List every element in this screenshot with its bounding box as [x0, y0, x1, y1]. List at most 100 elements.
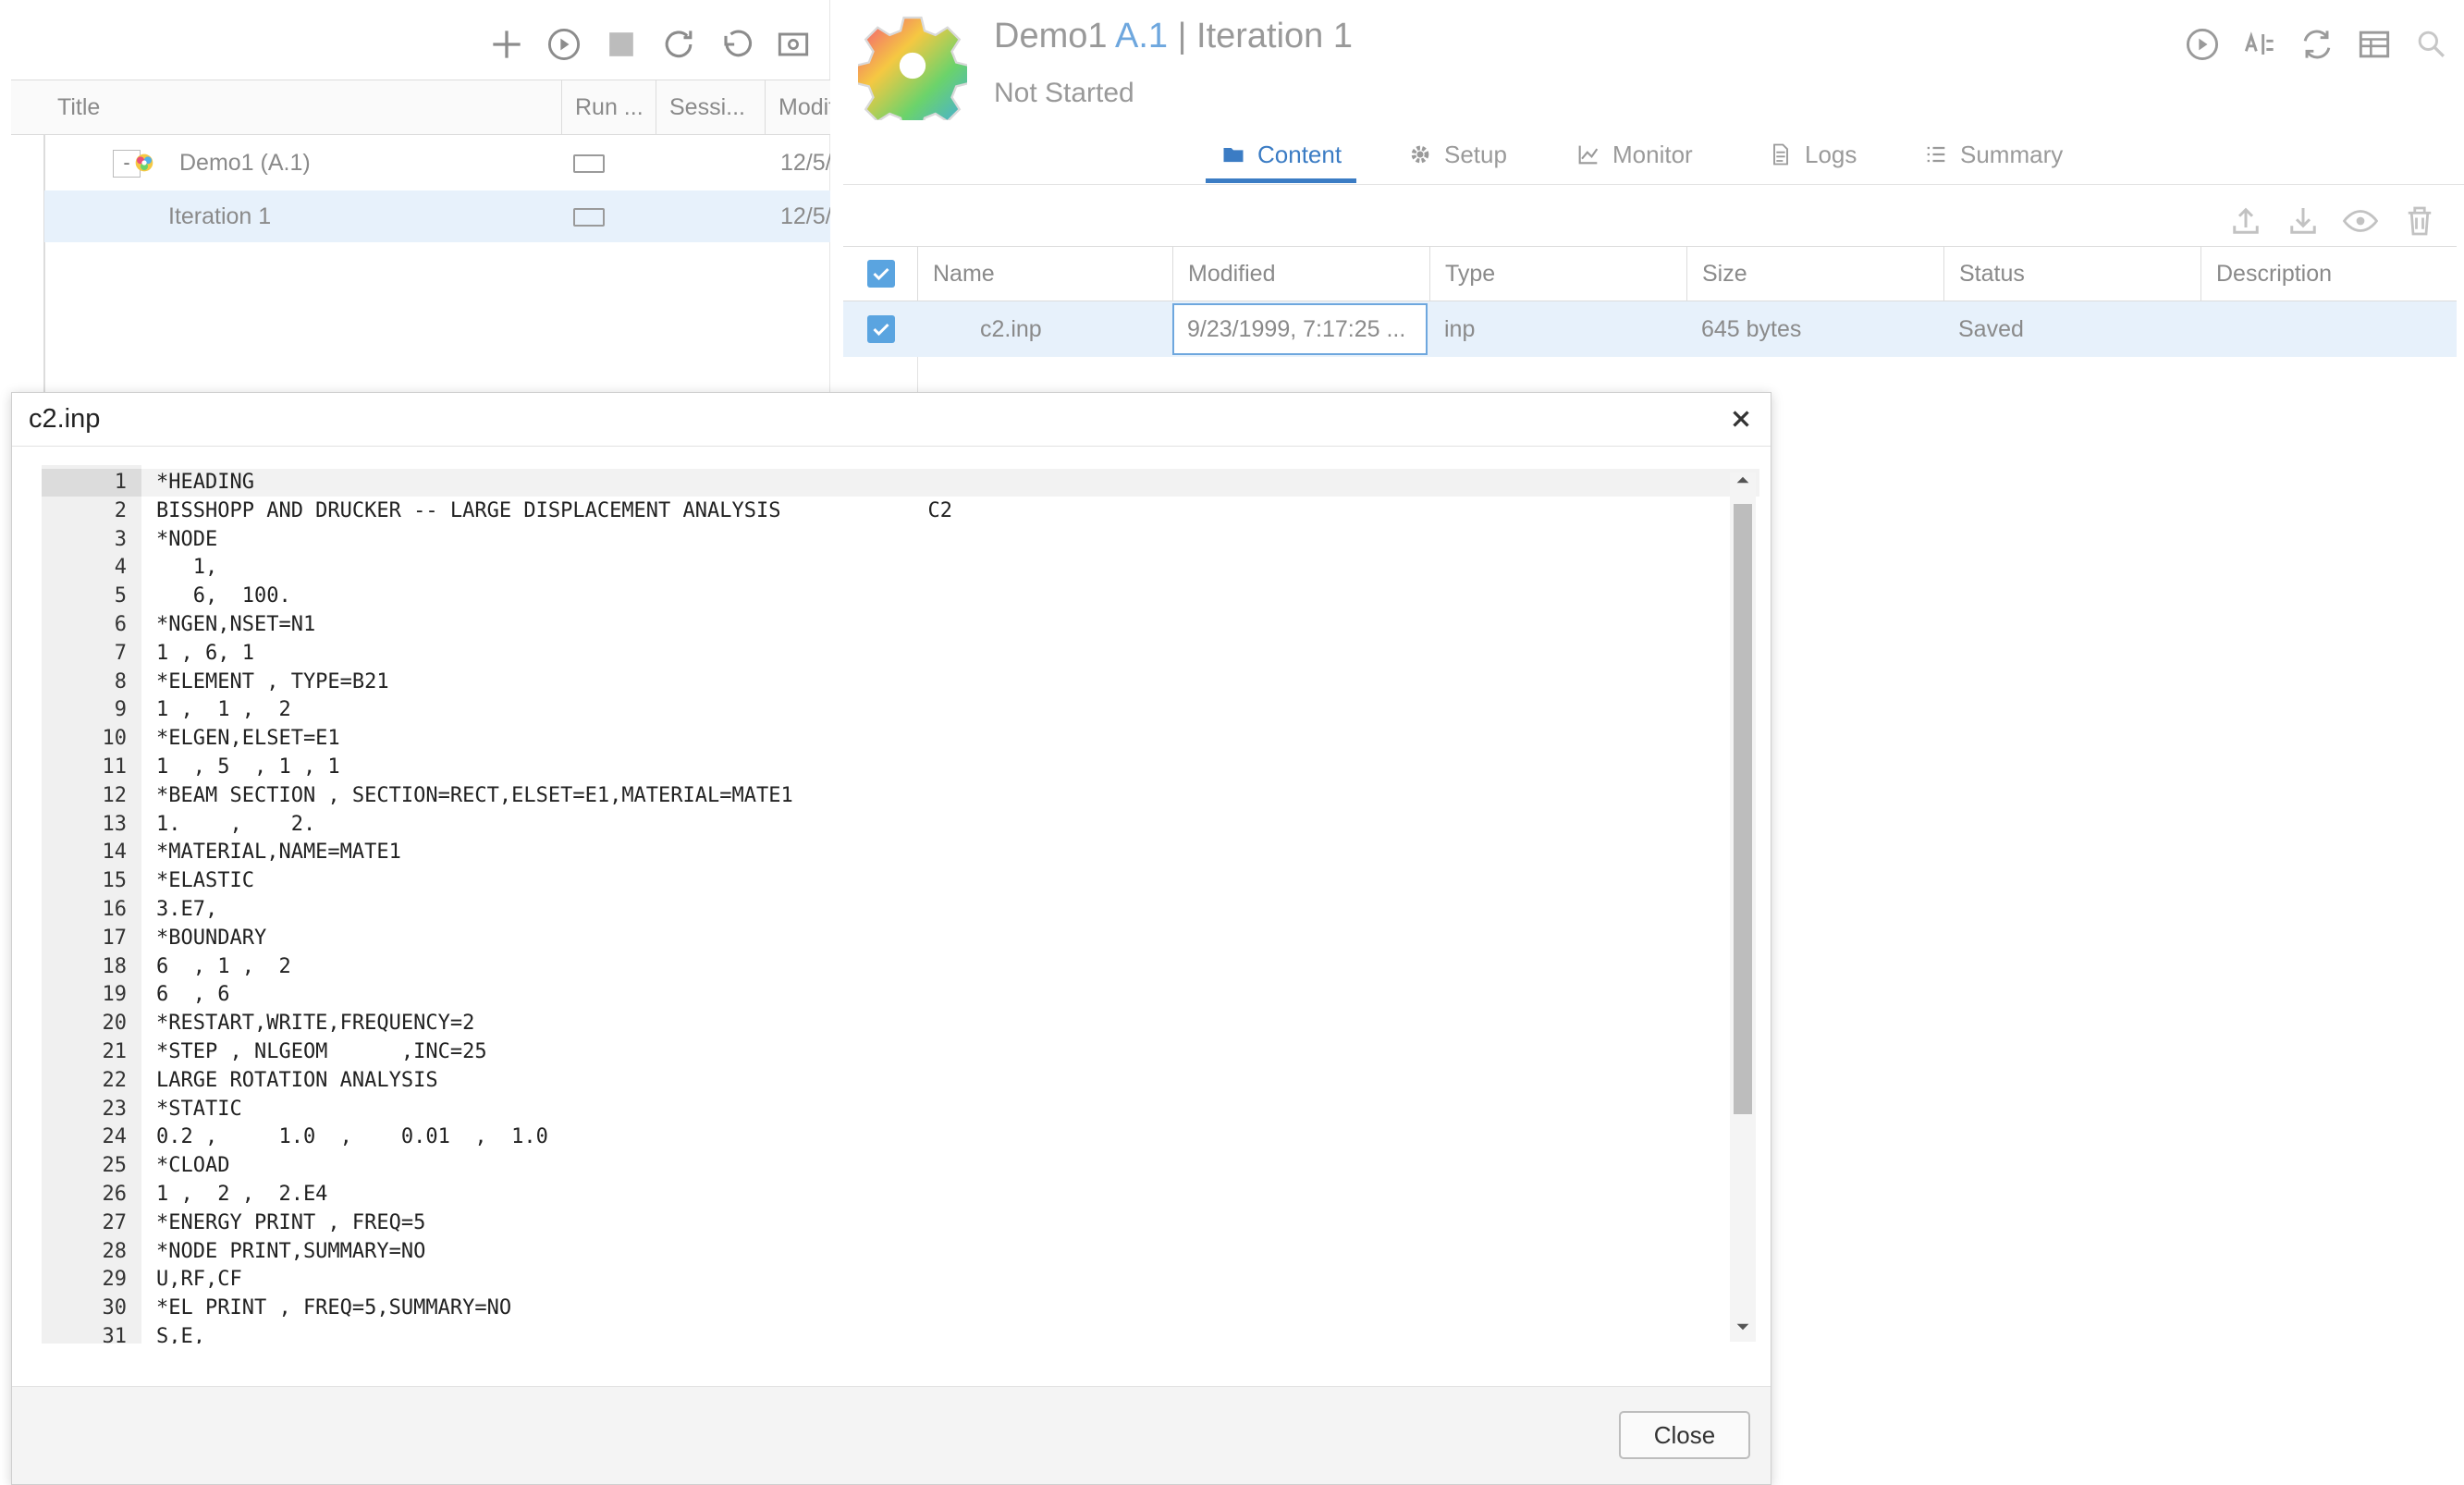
tree-row-title: Demo1 (A.1)	[179, 150, 311, 176]
code-line: *NGEN,NSET=N1	[156, 613, 316, 636]
close-icon[interactable]	[1724, 402, 1758, 436]
column-modified[interactable]: Modif	[766, 80, 830, 134]
file-viewer-dialog: c2.inp *HEADING BISSHOPP AND DRUCKER -- L…	[11, 392, 1771, 1485]
compare-text-icon[interactable]	[2239, 24, 2280, 65]
line-number: 22	[102, 1068, 128, 1092]
column-type[interactable]: Type	[1429, 247, 1495, 301]
column-run[interactable]: Run ...	[562, 80, 656, 134]
column-description[interactable]: Description	[2200, 247, 2332, 301]
dialog-titlebar: c2.inp	[12, 393, 1771, 447]
line-number: 28	[102, 1239, 128, 1263]
code-line: LARGE ROTATION ANALYSIS	[156, 1068, 438, 1092]
tab-label: Content	[1257, 141, 1342, 168]
line-number: 18	[102, 954, 128, 978]
line-number: 24	[102, 1125, 128, 1149]
code-line: *CLOAD	[156, 1154, 230, 1178]
job-title: Demo1 A.1 | Iteration 1	[994, 17, 1353, 56]
code-line: *NODE PRINT,SUMMARY=NO	[156, 1239, 426, 1263]
upload-icon[interactable]	[2226, 202, 2265, 240]
code-line: 6 , 6	[156, 983, 230, 1007]
code-line: 6 , 1 , 2	[156, 954, 291, 978]
column-session[interactable]: Sessi...	[656, 80, 766, 134]
code-line: *ENERGY PRINT , FREQ=5	[156, 1210, 426, 1234]
code-line: *BOUNDARY	[156, 926, 267, 950]
line-number: 17	[102, 926, 128, 950]
tab-label: Logs	[1805, 141, 1857, 168]
code-line: U,RF,CF	[156, 1268, 242, 1292]
code-line: 1 , 6, 1	[156, 641, 254, 665]
line-number: 2	[114, 498, 127, 522]
undo-icon[interactable]	[716, 24, 756, 65]
code-editor[interactable]: *HEADING BISSHOPP AND DRUCKER -- LARGE DI…	[42, 465, 1761, 1344]
close-button[interactable]: Close	[1619, 1411, 1750, 1459]
line-number: 9	[114, 698, 127, 722]
trash-icon[interactable]	[2400, 202, 2439, 240]
refresh-icon[interactable]	[658, 24, 699, 65]
tab-summary[interactable]: Summary	[1923, 129, 2063, 183]
line-number: 31	[102, 1325, 128, 1344]
column-size[interactable]: Size	[1686, 247, 1747, 301]
tab-content[interactable]: Content	[1206, 129, 1357, 183]
line-number: 20	[102, 1012, 128, 1036]
code-line: *ELASTIC	[156, 869, 254, 893]
view-icon[interactable]	[773, 24, 814, 65]
scroll-up-arrow-icon[interactable]	[1735, 472, 1750, 487]
tree-row-modified: 12/5/	[780, 150, 830, 176]
run-indicator	[573, 208, 605, 227]
column-name[interactable]: Name	[917, 247, 995, 301]
tree-row-demo1[interactable]: - Demo1 (A.1) 12/5/	[44, 137, 830, 189]
sync-icon[interactable]	[2297, 24, 2337, 65]
tab-label: Setup	[1444, 141, 1507, 168]
gear-icon	[1411, 145, 1429, 164]
search-settings-icon[interactable]	[2411, 24, 2452, 65]
play-circle-icon[interactable]	[544, 24, 584, 65]
code-line: *ELEMENT , TYPE=B21	[156, 669, 389, 693]
file-size: 645 bytes	[1701, 316, 1802, 342]
column-title[interactable]: Title	[44, 80, 562, 134]
code-line: BISSHOPP AND DRUCKER -- LARGE DISPLACEME…	[156, 498, 952, 522]
select-all-checkbox[interactable]	[867, 260, 895, 288]
code-line: *STATIC	[156, 1097, 242, 1121]
run-indicator	[573, 154, 605, 173]
line-number: 12	[102, 783, 128, 807]
code-line: 1 , 2 , 2.E4	[156, 1183, 328, 1206]
gear-logo-icon	[858, 16, 967, 120]
code-line: *NODE	[156, 527, 218, 551]
dialog-footer: Close	[12, 1386, 1771, 1484]
tab-logs[interactable]: Logs	[1768, 129, 1857, 183]
vertical-scrollbar[interactable]	[1730, 472, 1756, 1342]
stop-icon[interactable]	[601, 24, 642, 65]
code-line: *EL PRINT , FREQ=5,SUMMARY=NO	[156, 1296, 512, 1320]
file-name: c2.inp	[980, 316, 1042, 342]
row-checkbox[interactable]	[867, 315, 895, 343]
file-status: Saved	[1958, 316, 2024, 342]
code-line: 1 , 1 , 2	[156, 698, 291, 722]
scroll-down-arrow-icon[interactable]	[1735, 1319, 1750, 1334]
folder-icon	[1223, 148, 1244, 163]
table-row[interactable]: c2.inp 9/23/1999, 7:17:25 ... inp 645 by…	[843, 301, 2457, 357]
eye-icon[interactable]	[2341, 202, 2380, 240]
play-circle-icon[interactable]	[2182, 24, 2223, 65]
list-icon	[1927, 146, 1945, 163]
tab-setup[interactable]: Setup	[1407, 129, 1507, 183]
plus-icon[interactable]	[486, 24, 527, 65]
line-number: 11	[102, 755, 128, 779]
line-number: 14	[102, 841, 128, 865]
job-version: A.1	[1114, 17, 1169, 55]
code-line: *RESTART,WRITE,FREQUENCY=2	[156, 1012, 475, 1036]
line-number: 26	[102, 1183, 128, 1206]
code-line: 1 , 5 , 1 , 1	[156, 755, 340, 779]
scrollbar-thumb[interactable]	[1734, 504, 1752, 1114]
tree-row-iteration[interactable]: Iteration 1 12/5/	[44, 190, 830, 242]
line-number: 4	[114, 556, 127, 580]
column-status[interactable]: Status	[1943, 247, 2025, 301]
chart-icon	[1578, 145, 1599, 165]
download-icon[interactable]	[2284, 202, 2323, 240]
line-number: 13	[102, 812, 128, 836]
code-line: 6, 100.	[156, 584, 291, 608]
file-modified[interactable]: 9/23/1999, 7:17:25 ...	[1172, 303, 1428, 355]
tab-monitor[interactable]: Monitor	[1575, 129, 1693, 183]
column-modified[interactable]: Modified	[1172, 247, 1276, 301]
table-icon[interactable]	[2354, 24, 2395, 65]
document-icon	[1773, 143, 1788, 166]
